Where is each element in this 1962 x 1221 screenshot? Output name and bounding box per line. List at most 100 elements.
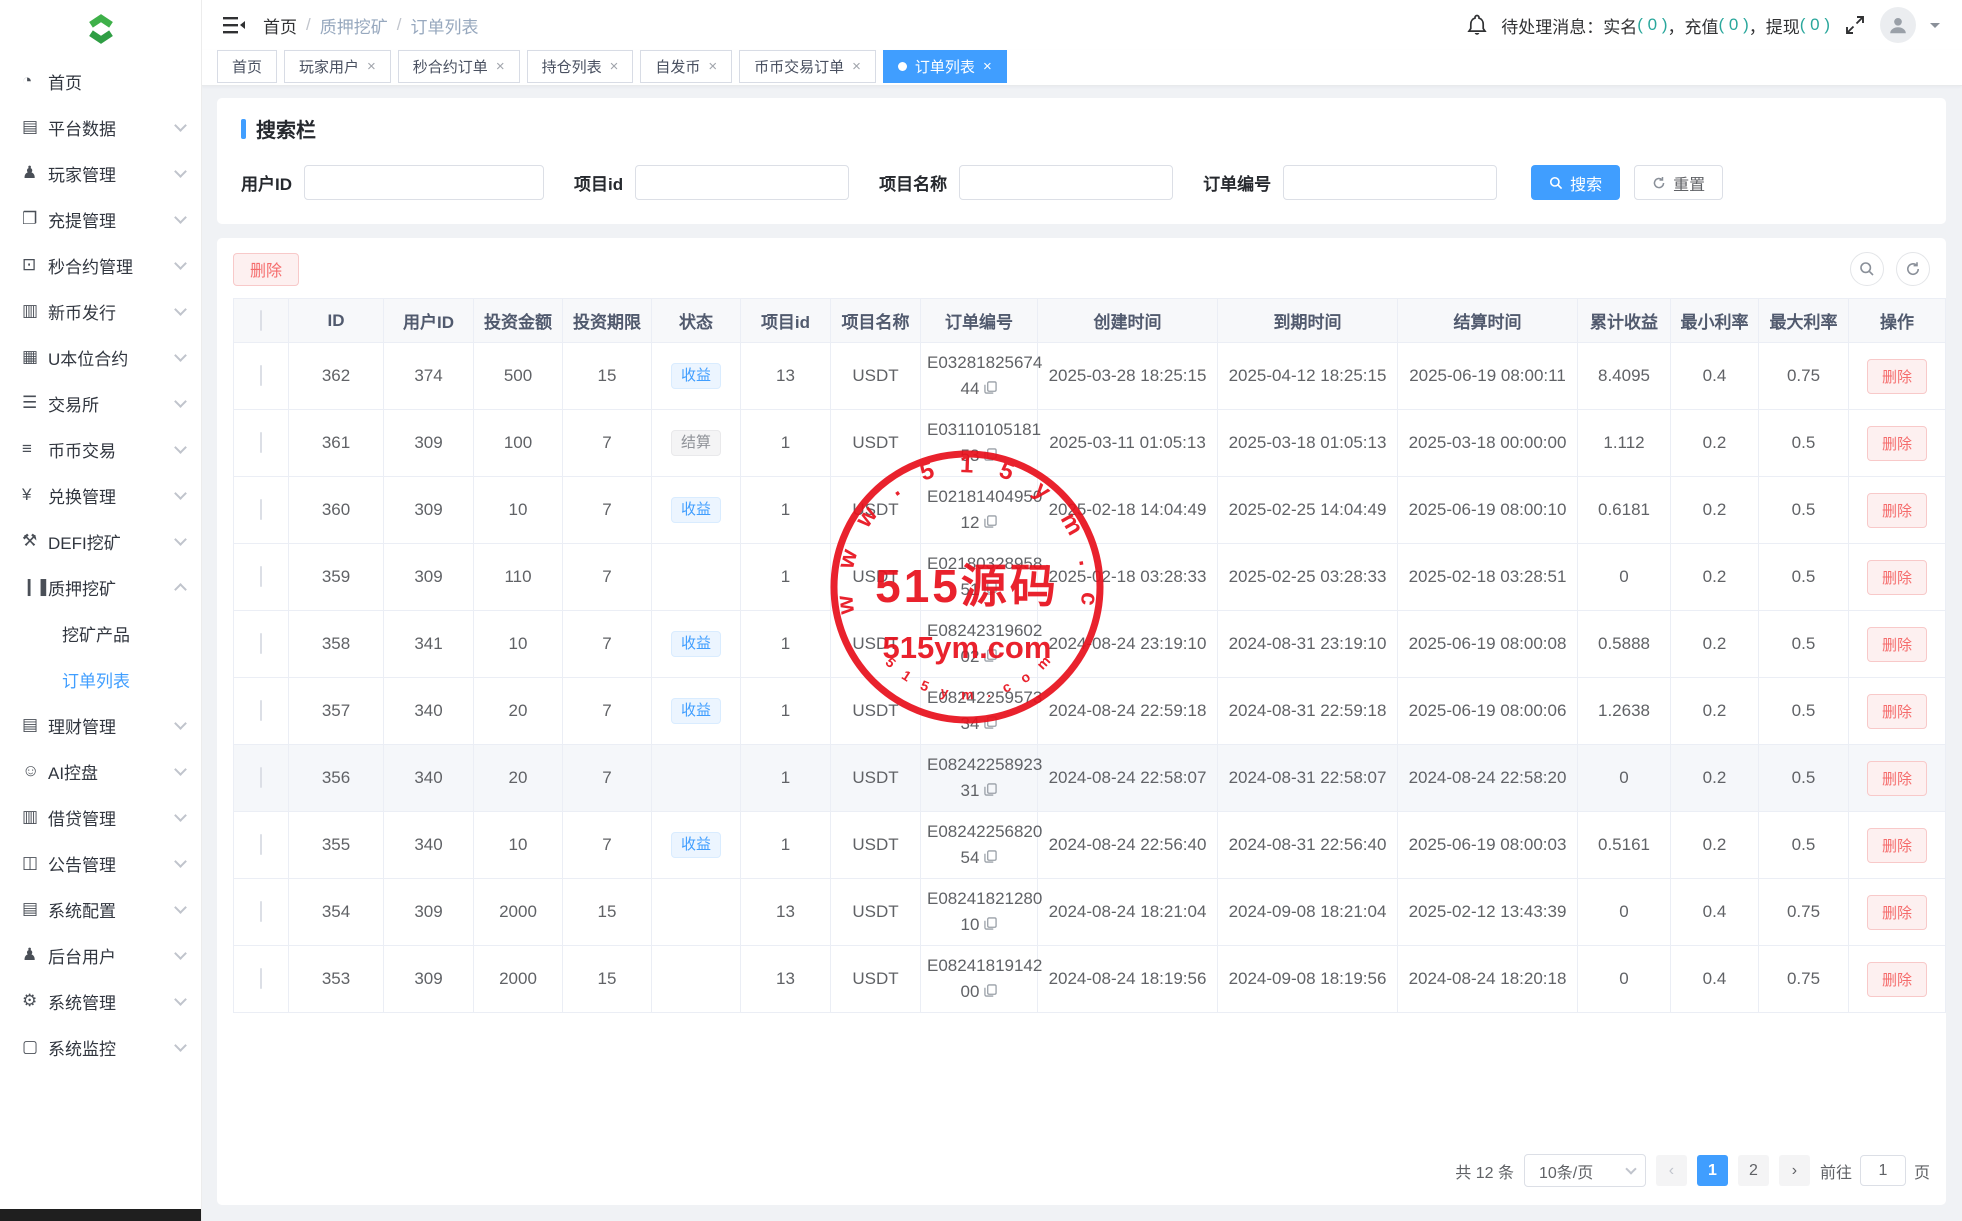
row-delete-button[interactable]: 删除 [1867,359,1927,394]
copy-icon[interactable] [984,376,997,402]
tab-close-icon[interactable]: × [367,58,376,75]
sidebar-item-质押挖矿[interactable]: ❙❚质押挖矿 [0,564,201,610]
cell-amount: 2000 [474,946,563,1013]
cell-actions: 删除 [1849,544,1946,611]
sidebar-item-秒合约管理[interactable]: ⊡秒合约管理 [0,242,201,288]
tab-订单列表[interactable]: 订单列表× [883,50,1007,83]
sidebar-item-后台用户[interactable]: ♟后台用户 [0,932,201,978]
cell-project-name: USDT [831,812,921,879]
search-input-项目名称[interactable] [959,165,1173,200]
row-delete-button[interactable]: 删除 [1867,694,1927,729]
table-row: 35330920001513USDTE08241819142002024-08-… [234,946,1946,1013]
search-field-订单编号: 订单编号 [1203,165,1497,200]
cell-expire-time: 2024-08-31 22:59:18 [1218,678,1398,745]
status-badge: 收益 [671,698,721,724]
sidebar-item-充提管理[interactable]: ❐充提管理 [0,196,201,242]
row-checkbox[interactable] [260,767,262,788]
row-delete-button[interactable]: 删除 [1867,493,1927,528]
copy-icon[interactable] [984,979,997,1005]
copy-icon[interactable] [984,644,997,670]
sidebar-item-系统配置[interactable]: ▤系统配置 [0,886,201,932]
row-delete-button[interactable]: 删除 [1867,962,1927,997]
goto-page-input[interactable] [1860,1155,1906,1186]
sidebar-item-新币发行[interactable]: ▥新币发行 [0,288,201,334]
fullscreen-icon[interactable] [1844,14,1866,36]
row-checkbox[interactable] [260,901,262,922]
sidebar-item-兑换管理[interactable]: ¥兑换管理 [0,472,201,518]
row-checkbox[interactable] [260,499,262,520]
row-delete-button[interactable]: 删除 [1867,560,1927,595]
copy-icon[interactable] [984,510,997,536]
copy-icon[interactable] [984,912,997,938]
row-delete-button[interactable]: 删除 [1867,828,1927,863]
row-checkbox[interactable] [260,566,262,587]
tab-close-icon[interactable]: × [708,58,717,75]
sidebar-item-U本位合约[interactable]: ▦U本位合约 [0,334,201,380]
pagination-prev-button[interactable]: ‹ [1656,1155,1687,1186]
table-search-icon[interactable] [1850,252,1884,286]
search-input-项目id[interactable] [635,165,849,200]
row-checkbox[interactable] [260,834,262,855]
sidebar-item-币币交易[interactable]: ≡币币交易 [0,426,201,472]
sidebar-item-公告管理[interactable]: ◫公告管理 [0,840,201,886]
bulk-delete-button[interactable]: 删除 [233,253,299,286]
status-badge: 结算 [671,430,721,456]
sidebar-item-系统监控[interactable]: ▢系统监控 [0,1024,201,1070]
row-checkbox[interactable] [260,968,262,989]
tab-close-icon[interactable]: × [496,58,505,75]
reset-button[interactable]: 重置 [1634,165,1723,200]
select-all-checkbox[interactable] [260,310,262,331]
tab-close-icon[interactable]: × [852,58,861,75]
tab-close-icon[interactable]: × [610,58,619,75]
sidebar-item-玩家管理[interactable]: ♟玩家管理 [0,150,201,196]
search-input-用户ID[interactable] [304,165,544,200]
pagination-page-1[interactable]: 1 [1697,1155,1728,1186]
search-button[interactable]: 搜索 [1531,165,1620,200]
tab-币币交易订单[interactable]: 币币交易订单× [739,50,876,83]
bell-icon[interactable] [1467,14,1487,36]
row-delete-button[interactable]: 删除 [1867,627,1927,662]
copy-icon[interactable] [984,778,997,804]
row-delete-button[interactable]: 删除 [1867,426,1927,461]
copy-icon[interactable] [984,845,997,871]
sidebar-subitem-订单列表[interactable]: 订单列表 [0,656,201,702]
pagination-next-button[interactable]: › [1779,1155,1810,1186]
copy-icon[interactable] [984,711,997,737]
sidebar-fold-icon[interactable] [223,15,245,35]
tab-秒合约订单[interactable]: 秒合约订单× [398,50,520,83]
sidebar-subitem-挖矿产品[interactable]: 挖矿产品 [0,610,201,656]
tab-close-icon[interactable]: × [983,58,992,75]
sidebar-collapse-bar[interactable] [0,1209,201,1221]
sidebar-item-AI控盘[interactable]: ☺AI控盘 [0,748,201,794]
cell-total-profit: 0.5888 [1578,611,1671,678]
cell-project-name: USDT [831,477,921,544]
sidebar-item-DEFI挖矿[interactable]: ⚒DEFI挖矿 [0,518,201,564]
tab-首页[interactable]: 首页 [217,50,277,83]
user-menu-caret-icon[interactable] [1930,23,1940,33]
row-checkbox[interactable] [260,365,262,386]
tab-持仓列表[interactable]: 持仓列表× [527,50,634,83]
row-delete-button[interactable]: 删除 [1867,895,1927,930]
sidebar-item-平台数据[interactable]: ▤平台数据 [0,104,201,150]
copy-icon[interactable] [984,443,997,469]
breadcrumb-item[interactable]: 首页 [263,13,297,38]
sidebar-item-借贷管理[interactable]: ▥借贷管理 [0,794,201,840]
page-size-select[interactable]: 10条/页 [1524,1154,1646,1187]
table-refresh-icon[interactable] [1896,252,1930,286]
avatar[interactable] [1880,7,1916,43]
row-checkbox[interactable] [260,700,262,721]
pagination-page-2[interactable]: 2 [1738,1155,1769,1186]
tab-自发币[interactable]: 自发币× [640,50,732,83]
sidebar-item-理财管理[interactable]: ▤理财管理 [0,702,201,748]
row-delete-button[interactable]: 删除 [1867,761,1927,796]
search-input-订单编号[interactable] [1283,165,1497,200]
row-checkbox[interactable] [260,633,262,654]
tab-玩家用户[interactable]: 玩家用户× [284,50,391,83]
sidebar-item-系统管理[interactable]: ⚙系统管理 [0,978,201,1024]
sidebar-item-首页[interactable]: ◔首页 [0,58,201,104]
cell-actions: 删除 [1849,343,1946,410]
sidebar-item-交易所[interactable]: ☰交易所 [0,380,201,426]
breadcrumb-item: 质押挖矿 [320,13,388,38]
copy-icon[interactable] [984,577,997,603]
row-checkbox[interactable] [260,432,262,453]
